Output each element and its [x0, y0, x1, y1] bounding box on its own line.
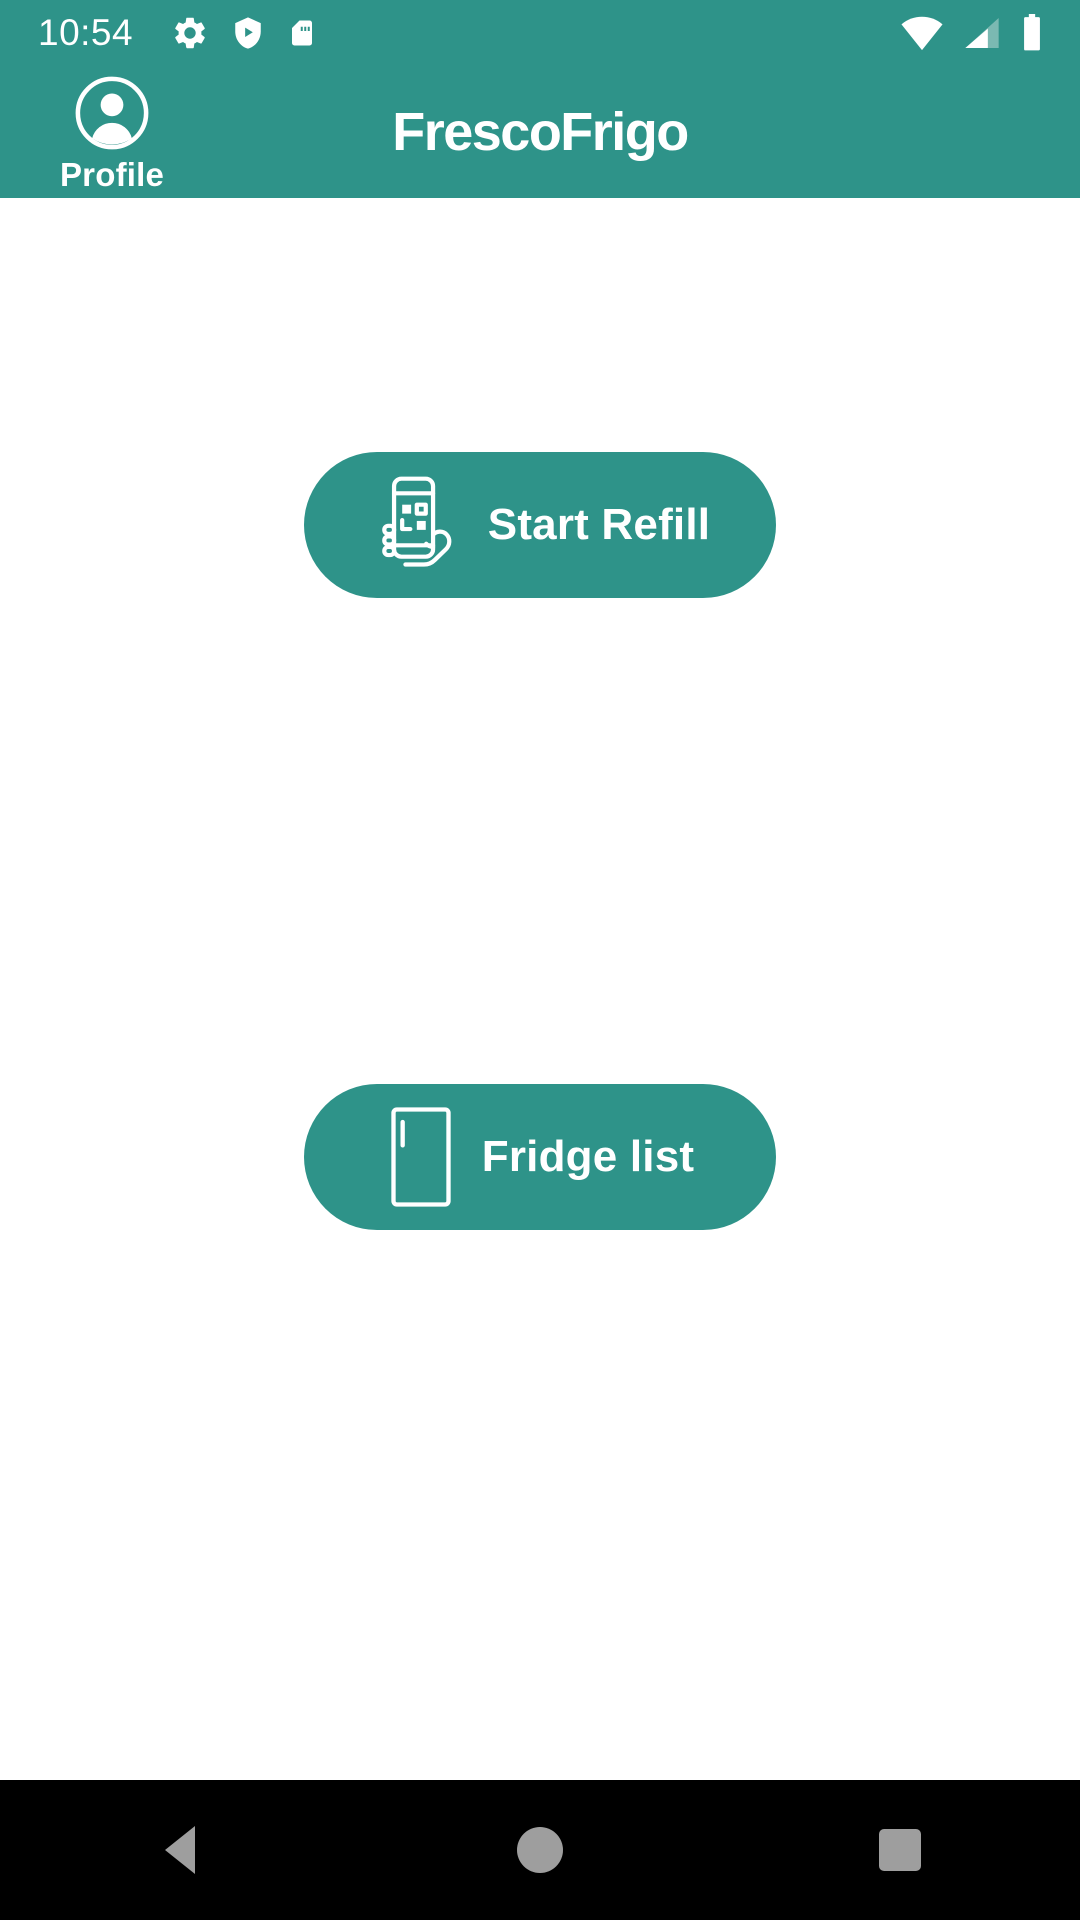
status-right-icons [900, 0, 1044, 66]
battery-icon [1024, 14, 1040, 51]
nav-back-button[interactable] [80, 1780, 280, 1920]
app-screen: 10:54 FrescoFrigo Profile Start Refill F… [0, 0, 1080, 1920]
app-bar: FrescoFrigo Profile [0, 66, 1080, 198]
profile-button[interactable]: Profile [42, 74, 182, 194]
main-content: Start Refill Fridge list [0, 198, 1080, 1780]
fridge-list-label: Fridge list [481, 1132, 695, 1181]
nav-recents-button[interactable] [800, 1780, 1000, 1920]
system-navigation-bar [0, 1780, 1080, 1920]
refrigerator-icon [391, 1107, 451, 1207]
status-bar: 10:54 [0, 0, 1080, 66]
status-clock: 10:54 [38, 12, 134, 53]
start-refill-label: Start Refill [487, 500, 711, 549]
home-circle-icon [517, 1827, 563, 1873]
account-circle-icon [75, 76, 149, 150]
sd-card-icon [292, 20, 313, 46]
wifi-icon [901, 16, 943, 51]
start-refill-button[interactable]: Start Refill [304, 452, 776, 598]
shield-play-icon [235, 17, 261, 49]
profile-label: Profile [59, 156, 165, 193]
fridge-list-button[interactable]: Fridge list [304, 1084, 776, 1230]
recents-square-icon [879, 1829, 921, 1871]
hand-holding-phone-qr-icon [381, 476, 452, 567]
nav-home-button[interactable] [440, 1780, 640, 1920]
gear-icon [175, 17, 205, 49]
back-triangle-icon [165, 1826, 195, 1874]
status-left-icons [171, 14, 317, 52]
cellular-signal-icon [965, 18, 999, 48]
